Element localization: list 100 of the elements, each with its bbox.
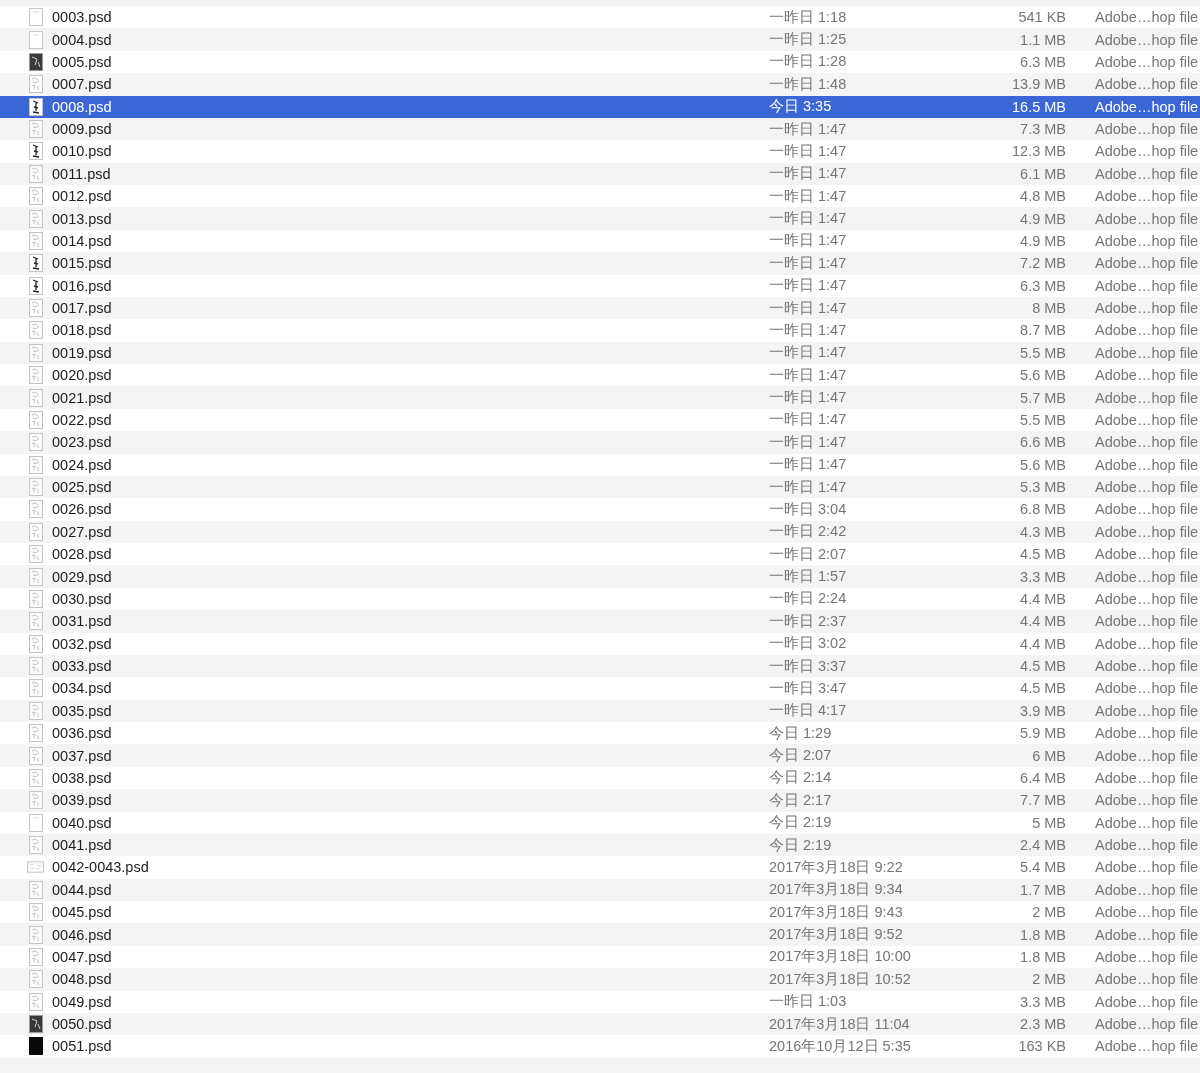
modified-date: 一昨日 1:47 [769,388,848,408]
file-type: Adobe…hop file [1095,98,1200,115]
file-row[interactable]: 0051.psd 2016年10月12日 5:35 163 KB Adobe…hop file [0,1035,1200,1058]
modified-date: 一昨日 1:47 [769,320,848,340]
file-type: Adobe…hop file [1095,926,1200,943]
file-type: Adobe…hop file [1095,121,1200,138]
file-type: Adobe…hop file [1095,31,1200,48]
file-name: 0003.psd [52,9,113,26]
file-type: Adobe…hop file [1095,725,1200,742]
file-type: Adobe…hop file [1095,635,1200,652]
modified-date: 2017年3月18日 11:04 [769,1014,911,1034]
file-size: 2 MB [1031,971,1066,988]
file-type: Adobe…hop file [1095,814,1200,831]
file-row[interactable]: 0030.psd 一昨日 2:24 4.4 MB Adobe…hop file [0,587,1200,611]
file-name: 0048.psd [52,971,113,988]
file-size: 163 KB [1017,1038,1066,1055]
file-row[interactable]: 0024.psd 一昨日 1:47 5.6 MB Adobe…hop file [0,453,1200,476]
file-size: 1.8 MB [1019,926,1066,943]
file-name: 0027.psd [52,523,113,540]
file-type: Adobe…hop file [1095,904,1200,921]
file-row[interactable]: 0040.psd 今日 2:19 5 MB Adobe…hop file [0,811,1200,834]
file-type: Adobe…hop file [1095,769,1200,786]
file-name: 0012.psd [52,188,113,205]
file-name: 0009.psd [52,121,113,138]
file-type: Adobe…hop file [1095,568,1200,585]
file-type: Adobe…hop file [1095,300,1200,317]
modified-date: 2017年3月18日 9:22 [769,857,904,877]
file-size: 5.5 MB [1019,344,1066,361]
modified-date: 一昨日 3:04 [769,499,848,519]
modified-date: 2017年3月18日 9:52 [769,925,904,945]
file-name: 0032.psd [52,635,113,652]
file-name: 0025.psd [52,479,113,496]
file-row[interactable]: 0012.psd 一昨日 1:47 4.8 MB Adobe…hop file [0,185,1200,208]
file-row[interactable]: 0034.psd 一昨日 3:47 4.5 MB Adobe…hop file [0,677,1200,700]
file-row[interactable]: 0020.psd 一昨日 1:47 5.6 MB Adobe…hop file [0,364,1200,387]
file-size: 6.6 MB [1019,434,1066,451]
file-row[interactable]: 0049.psd 一昨日 1:03 3.3 MB Adobe…hop file [0,990,1200,1013]
file-type: Adobe…hop file [1095,658,1200,675]
file-name: 0029.psd [52,568,113,585]
file-name: 0005.psd [52,53,113,70]
file-size: 3.3 MB [1019,993,1066,1010]
file-name: 0008.psd [52,98,113,115]
file-row[interactable]: 0005.psd 一昨日 1:28 6.3 MB Adobe…hop file [0,50,1200,74]
modified-date: 2017年3月18日 10:52 [769,969,912,989]
file-size: 3.3 MB [1019,568,1066,585]
file-name: 0019.psd [52,344,113,361]
file-type: Adobe…hop file [1095,411,1200,428]
file-type: Adobe…hop file [1095,165,1200,182]
file-row[interactable]: 0028.psd 一昨日 2:07 4.5 MB Adobe…hop file [0,543,1200,566]
modified-date: 一昨日 1:57 [769,567,848,587]
file-type: Adobe…hop file [1095,971,1200,988]
file-size: 6.4 MB [1019,769,1066,786]
file-type: Adobe…hop file [1095,232,1200,249]
file-row[interactable]: 0010.psd 一昨日 1:47 12.3 MB Adobe…hop file [0,140,1200,163]
file-type: Adobe…hop file [1095,210,1200,227]
modified-date: 一昨日 1:18 [769,7,848,27]
file-size: 6 MB [1031,747,1066,764]
file-row[interactable]: 0018.psd 一昨日 1:47 8.7 MB Adobe…hop file [0,319,1200,342]
modified-date: 一昨日 1:47 [769,164,848,184]
file-size: 4.4 MB [1019,613,1066,630]
file-row[interactable]: 0008.psd 今日 3:35 16.5 MB Adobe…hop file [0,95,1200,118]
file-row[interactable]: 0032.psd 一昨日 3:02 4.4 MB Adobe…hop file [0,632,1200,655]
file-type: Adobe…hop file [1095,53,1200,70]
file-type: Adobe…hop file [1095,837,1200,854]
modified-date: 2017年3月18日 9:34 [769,880,904,900]
file-row[interactable]: 0038.psd 今日 2:14 6.4 MB Adobe…hop file [0,766,1200,790]
file-name: 0013.psd [52,210,113,227]
file-row[interactable]: 0014.psd 一昨日 1:47 4.9 MB Adobe…hop file [0,229,1200,253]
modified-date: 一昨日 1:48 [769,74,848,94]
file-row[interactable]: 0016.psd 一昨日 1:47 6.3 MB Adobe…hop file [0,274,1200,297]
file-type: Adobe…hop file [1095,993,1200,1010]
file-size: 5.3 MB [1019,479,1066,496]
file-type: Adobe…hop file [1095,792,1200,809]
file-row[interactable]: 0036.psd 今日 1:29 5.9 MB Adobe…hop file [0,722,1200,745]
file-name: 0017.psd [52,300,113,317]
file-size: 5.9 MB [1019,725,1066,742]
file-name: 0010.psd [52,143,113,160]
file-name: 0004.psd [52,31,113,48]
file-size: 2 MB [1031,904,1066,921]
modified-date: 今日 2:17 [769,790,833,810]
file-name: 0028.psd [52,546,113,563]
file-row[interactable]: 0022.psd 一昨日 1:47 5.5 MB Adobe…hop file [0,408,1200,432]
file-name: 0016.psd [52,277,113,294]
modified-date: 一昨日 1:47 [769,276,848,296]
modified-date: 一昨日 1:25 [769,30,848,50]
file-row[interactable]: 0026.psd 一昨日 3:04 6.8 MB Adobe…hop file [0,498,1200,521]
modified-date: 今日 2:07 [769,746,833,766]
file-row[interactable]: 0042-0043.psd 2017年3月18日 9:22 5.4 MB Adobe…hop file [0,856,1200,879]
file-size: 7.3 MB [1019,121,1066,138]
file-name: 0033.psd [52,658,113,675]
file-size: 3.9 MB [1019,702,1066,719]
file-type: Adobe…hop file [1095,389,1200,406]
file-row[interactable]: 0047.psd 2017年3月18日 10:00 1.8 MB Adobe…hop file [0,945,1200,969]
file-size: 2.3 MB [1019,1016,1066,1033]
file-name: 0041.psd [52,837,113,854]
file-size: 4.9 MB [1019,232,1066,249]
file-row[interactable]: 0045.psd 2017年3月18日 9:43 2 MB Adobe…hop file [0,901,1200,924]
file-row[interactable]: 0003.psd 一昨日 1:18 541 KB Adobe…hop file [0,6,1200,29]
file-size: 4.4 MB [1019,635,1066,652]
file-type: Adobe…hop file [1095,702,1200,719]
